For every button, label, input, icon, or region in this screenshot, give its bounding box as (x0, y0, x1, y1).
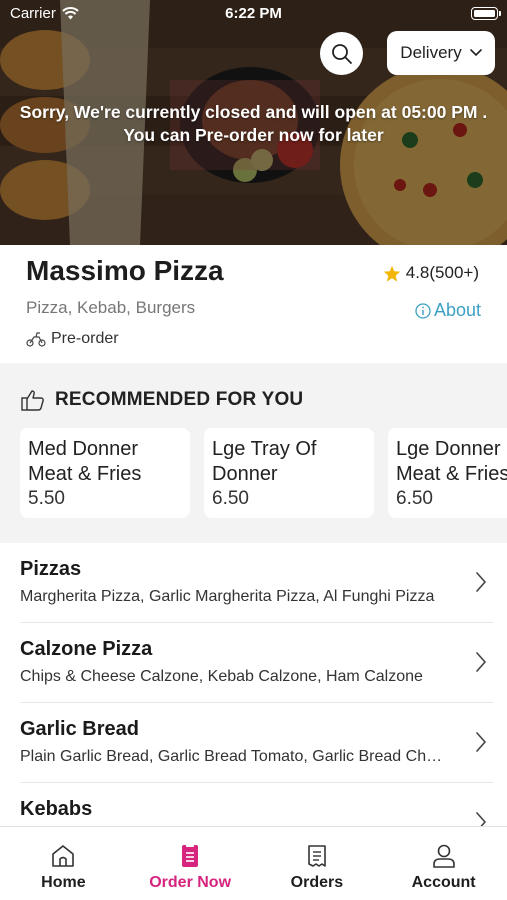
recommended-title: RECOMMENDED FOR YOU (55, 389, 304, 410)
order-now-icon (182, 844, 199, 867)
thumbs-up-icon (21, 390, 44, 411)
recommended-item-name: Med Donner Meat & Fries (28, 438, 142, 485)
category-items: Plain Garlic Bread, Garlic Bread Tomato,… (20, 748, 450, 765)
closed-message-line2: You can Pre-order now for later (123, 125, 384, 145)
tab-label: Account (411, 874, 476, 891)
recommended-section: RECOMMENDED FOR YOU Med Donner Meat & Fr… (0, 363, 507, 543)
hero-banner: Carrier 6:22 PM Delivery Sorry, We're cu… (0, 0, 507, 245)
bottom-tab-bar: Home Order Now Orders Account (0, 826, 507, 900)
category-title: Calzone Pizza (20, 638, 153, 660)
chevron-right-icon (476, 812, 487, 826)
category-items: Chips & Cheese Calzone, Kebab Calzone, H… (20, 668, 423, 685)
search-icon (331, 43, 352, 64)
recommended-item-price: 6.50 (212, 488, 249, 509)
tab-label: Order Now (149, 874, 232, 891)
delivery-label: Delivery (400, 43, 462, 62)
tab-label: Home (41, 874, 86, 891)
info-icon (415, 302, 431, 319)
recommended-item-price: 5.50 (28, 488, 65, 509)
preorder-label: Pre-order (51, 330, 119, 347)
tab-home[interactable]: Home (0, 827, 127, 900)
restaurant-name: Massimo Pizza (26, 255, 224, 286)
category-title: Garlic Bread (20, 718, 139, 740)
category-row-pizzas[interactable]: Pizzas Margherita Pizza, Garlic Margheri… (20, 543, 493, 623)
star-icon (383, 265, 400, 282)
category-row-garlic-bread[interactable]: Garlic Bread Plain Garlic Bread, Garlic … (20, 703, 493, 783)
chevron-right-icon (476, 732, 487, 752)
recommended-card[interactable]: Lge Donner Meat & Fries 6.50 (388, 428, 507, 518)
tab-order-now[interactable]: Order Now (127, 827, 254, 900)
cuisines: Pizza, Kebab, Burgers (26, 298, 196, 317)
search-button[interactable] (320, 32, 363, 75)
recommended-header: RECOMMENDED FOR YOU (21, 389, 303, 411)
category-row-calzone-pizza[interactable]: Calzone Pizza Chips & Cheese Calzone, Ke… (20, 623, 493, 703)
rating-value: 4.8(500+) (405, 263, 479, 282)
recommended-item-price: 6.50 (396, 488, 433, 509)
recommended-item-name: Lge Donner Meat & Fries (396, 438, 507, 485)
recommended-item-name: Lge Tray Of Donner (212, 438, 317, 485)
chevron-down-icon (469, 49, 482, 57)
recommended-carousel[interactable]: Med Donner Meat & Fries 5.50 Lge Tray Of… (20, 428, 507, 518)
person-icon (432, 844, 455, 868)
about-link[interactable]: About (415, 300, 481, 321)
category-title: Kebabs (20, 798, 93, 820)
tab-label: Orders (290, 874, 344, 891)
receipt-icon (308, 845, 326, 867)
chevron-right-icon (476, 652, 487, 672)
recommended-card[interactable]: Med Donner Meat & Fries 5.50 (20, 428, 190, 518)
about-label: About (433, 300, 481, 320)
preorder-badge: Pre-order (26, 330, 119, 348)
scooter-icon (26, 332, 46, 347)
tab-account[interactable]: Account (380, 827, 507, 900)
restaurant-info: Massimo Pizza 4.8(500+) Pizza, Kebab, Bu… (0, 245, 507, 363)
delivery-mode-selector[interactable]: Delivery (387, 31, 495, 75)
status-time: 6:22 PM (225, 5, 282, 22)
category-row-kebabs[interactable]: Kebabs (20, 783, 493, 826)
home-icon (52, 845, 75, 867)
chevron-right-icon (476, 572, 487, 592)
status-bar: Carrier 6:22 PM (0, 0, 507, 28)
closed-message-line1: Sorry, We're currently closed and will o… (19, 102, 488, 122)
category-items: Margherita Pizza, Garlic Margherita Pizz… (20, 588, 435, 605)
recommended-card[interactable]: Lge Tray Of Donner 6.50 (204, 428, 374, 518)
rating: 4.8(500+) (383, 263, 479, 283)
menu-categories: Pizzas Margherita Pizza, Garlic Margheri… (0, 543, 507, 826)
battery-icon (471, 7, 501, 20)
closed-message: Sorry, We're currently closed and will o… (0, 101, 507, 147)
category-title: Pizzas (20, 558, 82, 580)
tab-orders[interactable]: Orders (254, 827, 381, 900)
